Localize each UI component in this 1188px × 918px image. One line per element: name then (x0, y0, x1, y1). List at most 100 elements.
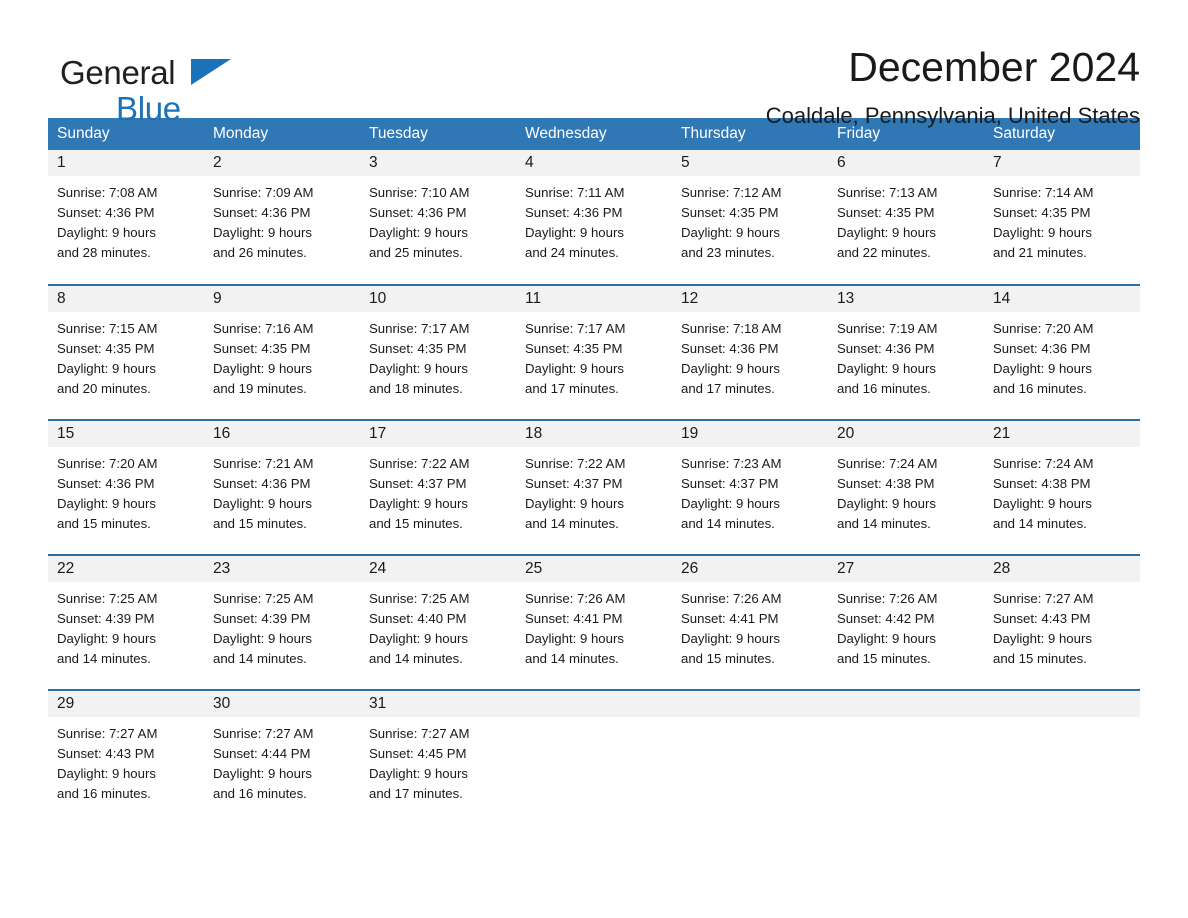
calendar-day-cell[interactable]: 6 Sunrise: 7:13 AM Sunset: 4:35 PM Daylight… (828, 150, 984, 285)
day-details: Sunrise: 7:27 AM Sunset: 4:43 PM Daylight:… (48, 717, 204, 804)
day-details: Sunrise: 7:08 AM Sunset: 4:36 PM Daylight:… (48, 176, 204, 263)
calendar-day-cell[interactable]: 20 Sunrise: 7:24 AM Sunset: 4:38 PM Dayligh… (828, 419, 984, 555)
daylight-text-line2: and 15 minutes. (369, 516, 463, 531)
general-blue-logo: General Blue (48, 46, 238, 127)
daylight-text-line2: and 14 minutes. (57, 651, 151, 666)
day-details: Sunrise: 7:25 AM Sunset: 4:40 PM Daylight:… (360, 582, 516, 669)
daylight-text-line1: Daylight: 9 hours (681, 361, 780, 376)
day-details: Sunrise: 7:27 AM Sunset: 4:44 PM Daylight:… (204, 717, 360, 804)
daylight-text-line2: and 14 minutes. (369, 651, 463, 666)
sunrise-text: Sunrise: 7:09 AM (213, 185, 314, 200)
calendar-day-cell[interactable]: 7 Sunrise: 7:14 AM Sunset: 4:35 PM Daylight… (984, 150, 1140, 285)
day-number: 18 (516, 421, 672, 447)
day-details: Sunrise: 7:18 AM Sunset: 4:36 PM Daylight:… (672, 312, 828, 399)
day-number: 24 (360, 556, 516, 582)
daylight-text-line1: Daylight: 9 hours (369, 225, 468, 240)
day-number: 15 (48, 421, 204, 447)
calendar-day-cell[interactable]: 10 Sunrise: 7:17 AM Sunset: 4:35 PM Dayligh… (360, 284, 516, 420)
sunset-text: Sunset: 4:44 PM (213, 746, 311, 761)
daylight-text-line2: and 16 minutes. (213, 786, 307, 801)
calendar-day-cell[interactable]: 2 Sunrise: 7:09 AM Sunset: 4:36 PM Daylight… (204, 150, 360, 285)
day-details: Sunrise: 7:27 AM Sunset: 4:45 PM Daylight:… (360, 717, 516, 804)
page-title: December 2024 (848, 44, 1140, 90)
calendar-empty-cell (828, 689, 984, 825)
calendar-day-cell[interactable]: 11 Sunrise: 7:17 AM Sunset: 4:35 PM Dayligh… (516, 284, 672, 420)
calendar-day-cell[interactable]: 1 Sunrise: 7:08 AM Sunset: 4:36 PM Daylight… (48, 150, 204, 285)
calendar-day-cell[interactable]: 9 Sunrise: 7:16 AM Sunset: 4:35 PM Daylight… (204, 284, 360, 420)
calendar-day-cell[interactable]: 24 Sunrise: 7:25 AM Sunset: 4:40 PM Dayligh… (360, 554, 516, 690)
calendar-day-cell[interactable]: 5 Sunrise: 7:12 AM Sunset: 4:35 PM Daylight… (672, 150, 828, 285)
day-details: Sunrise: 7:22 AM Sunset: 4:37 PM Daylight:… (516, 447, 672, 534)
day-number: 26 (672, 556, 828, 582)
calendar-day-cell[interactable]: 18 Sunrise: 7:22 AM Sunset: 4:37 PM Dayligh… (516, 419, 672, 555)
calendar-day-cell[interactable]: 31 Sunrise: 7:27 AM Sunset: 4:45 PM Dayligh… (360, 689, 516, 825)
calendar-day-cell[interactable]: 19 Sunrise: 7:23 AM Sunset: 4:37 PM Dayligh… (672, 419, 828, 555)
sunrise-text: Sunrise: 7:24 AM (993, 456, 1094, 471)
daylight-text-line2: and 17 minutes. (525, 381, 619, 396)
calendar-week-row: 1 Sunrise: 7:08 AM Sunset: 4:36 PM Daylight… (48, 150, 1140, 285)
daylight-text-line2: and 14 minutes. (525, 516, 619, 531)
day-number: 31 (360, 691, 516, 717)
daylight-text-line1: Daylight: 9 hours (525, 496, 624, 511)
sunrise-text: Sunrise: 7:26 AM (681, 591, 782, 606)
day-details: Sunrise: 7:20 AM Sunset: 4:36 PM Daylight:… (984, 312, 1140, 399)
logo-text-blue: Blue (116, 90, 181, 127)
day-number: 19 (672, 421, 828, 447)
day-details: Sunrise: 7:20 AM Sunset: 4:36 PM Daylight:… (48, 447, 204, 534)
day-details: Sunrise: 7:12 AM Sunset: 4:35 PM Daylight:… (672, 176, 828, 263)
sunrise-text: Sunrise: 7:27 AM (369, 726, 470, 741)
calendar-day-cell[interactable]: 8 Sunrise: 7:15 AM Sunset: 4:35 PM Daylight… (48, 284, 204, 420)
calendar-day-cell[interactable]: 15 Sunrise: 7:20 AM Sunset: 4:36 PM Dayligh… (48, 419, 204, 555)
calendar-day-cell[interactable]: 30 Sunrise: 7:27 AM Sunset: 4:44 PM Dayligh… (204, 689, 360, 825)
calendar-day-cell[interactable]: 4 Sunrise: 7:11 AM Sunset: 4:36 PM Daylight… (516, 150, 672, 285)
calendar-day-cell[interactable]: 16 Sunrise: 7:21 AM Sunset: 4:36 PM Dayligh… (204, 419, 360, 555)
calendar-week-row: 8 Sunrise: 7:15 AM Sunset: 4:35 PM Daylight… (48, 284, 1140, 420)
day-number (828, 691, 984, 717)
daylight-text-line2: and 15 minutes. (837, 651, 931, 666)
calendar-day-cell[interactable]: 3 Sunrise: 7:10 AM Sunset: 4:36 PM Daylight… (360, 150, 516, 285)
calendar-day-cell[interactable]: 29 Sunrise: 7:27 AM Sunset: 4:43 PM Dayligh… (48, 689, 204, 825)
day-number (516, 691, 672, 717)
sunrise-text: Sunrise: 7:14 AM (993, 185, 1094, 200)
day-details: Sunrise: 7:15 AM Sunset: 4:35 PM Daylight:… (48, 312, 204, 399)
sunset-text: Sunset: 4:40 PM (369, 611, 467, 626)
day-number: 17 (360, 421, 516, 447)
calendar-page: General Blue December 2024 Coaldale, Pen… (0, 0, 1188, 918)
calendar-day-cell[interactable]: 13 Sunrise: 7:19 AM Sunset: 4:36 PM Dayligh… (828, 284, 984, 420)
calendar-day-cell[interactable]: 17 Sunrise: 7:22 AM Sunset: 4:37 PM Dayligh… (360, 419, 516, 555)
day-details: Sunrise: 7:24 AM Sunset: 4:38 PM Daylight:… (984, 447, 1140, 534)
sunset-text: Sunset: 4:38 PM (837, 476, 935, 491)
sunrise-text: Sunrise: 7:23 AM (681, 456, 782, 471)
calendar-day-cell[interactable]: 25 Sunrise: 7:26 AM Sunset: 4:41 PM Dayligh… (516, 554, 672, 690)
daylight-text-line2: and 24 minutes. (525, 245, 619, 260)
calendar-empty-cell (984, 689, 1140, 825)
sunrise-text: Sunrise: 7:17 AM (525, 321, 626, 336)
sunrise-text: Sunrise: 7:27 AM (213, 726, 314, 741)
day-number: 12 (672, 286, 828, 312)
day-number (984, 691, 1140, 717)
calendar-day-cell[interactable]: 28 Sunrise: 7:27 AM Sunset: 4:43 PM Dayligh… (984, 554, 1140, 690)
calendar-day-cell[interactable]: 26 Sunrise: 7:26 AM Sunset: 4:41 PM Dayligh… (672, 554, 828, 690)
calendar-week-row: 29 Sunrise: 7:27 AM Sunset: 4:43 PM Dayligh… (48, 689, 1140, 825)
daylight-text-line1: Daylight: 9 hours (57, 631, 156, 646)
daylight-text-line1: Daylight: 9 hours (525, 631, 624, 646)
sunrise-text: Sunrise: 7:11 AM (525, 185, 625, 200)
calendar-day-cell[interactable]: 14 Sunrise: 7:20 AM Sunset: 4:36 PM Dayligh… (984, 284, 1140, 420)
day-number: 10 (360, 286, 516, 312)
sunset-text: Sunset: 4:37 PM (681, 476, 779, 491)
calendar-day-cell[interactable]: 27 Sunrise: 7:26 AM Sunset: 4:42 PM Dayligh… (828, 554, 984, 690)
daylight-text-line2: and 14 minutes. (837, 516, 931, 531)
day-number: 29 (48, 691, 204, 717)
day-number: 4 (516, 150, 672, 176)
daylight-text-line2: and 23 minutes. (681, 245, 775, 260)
calendar-day-cell[interactable]: 22 Sunrise: 7:25 AM Sunset: 4:39 PM Dayligh… (48, 554, 204, 690)
calendar-day-cell[interactable]: 12 Sunrise: 7:18 AM Sunset: 4:36 PM Dayligh… (672, 284, 828, 420)
day-number: 25 (516, 556, 672, 582)
daylight-text-line1: Daylight: 9 hours (837, 496, 936, 511)
calendar-day-cell[interactable]: 21 Sunrise: 7:24 AM Sunset: 4:38 PM Dayligh… (984, 419, 1140, 555)
daylight-text-line2: and 16 minutes. (993, 381, 1087, 396)
calendar-day-cell[interactable]: 23 Sunrise: 7:25 AM Sunset: 4:39 PM Dayligh… (204, 554, 360, 690)
calendar-empty-cell (516, 689, 672, 825)
day-details: Sunrise: 7:26 AM Sunset: 4:41 PM Daylight:… (516, 582, 672, 669)
sunset-text: Sunset: 4:36 PM (57, 205, 155, 220)
